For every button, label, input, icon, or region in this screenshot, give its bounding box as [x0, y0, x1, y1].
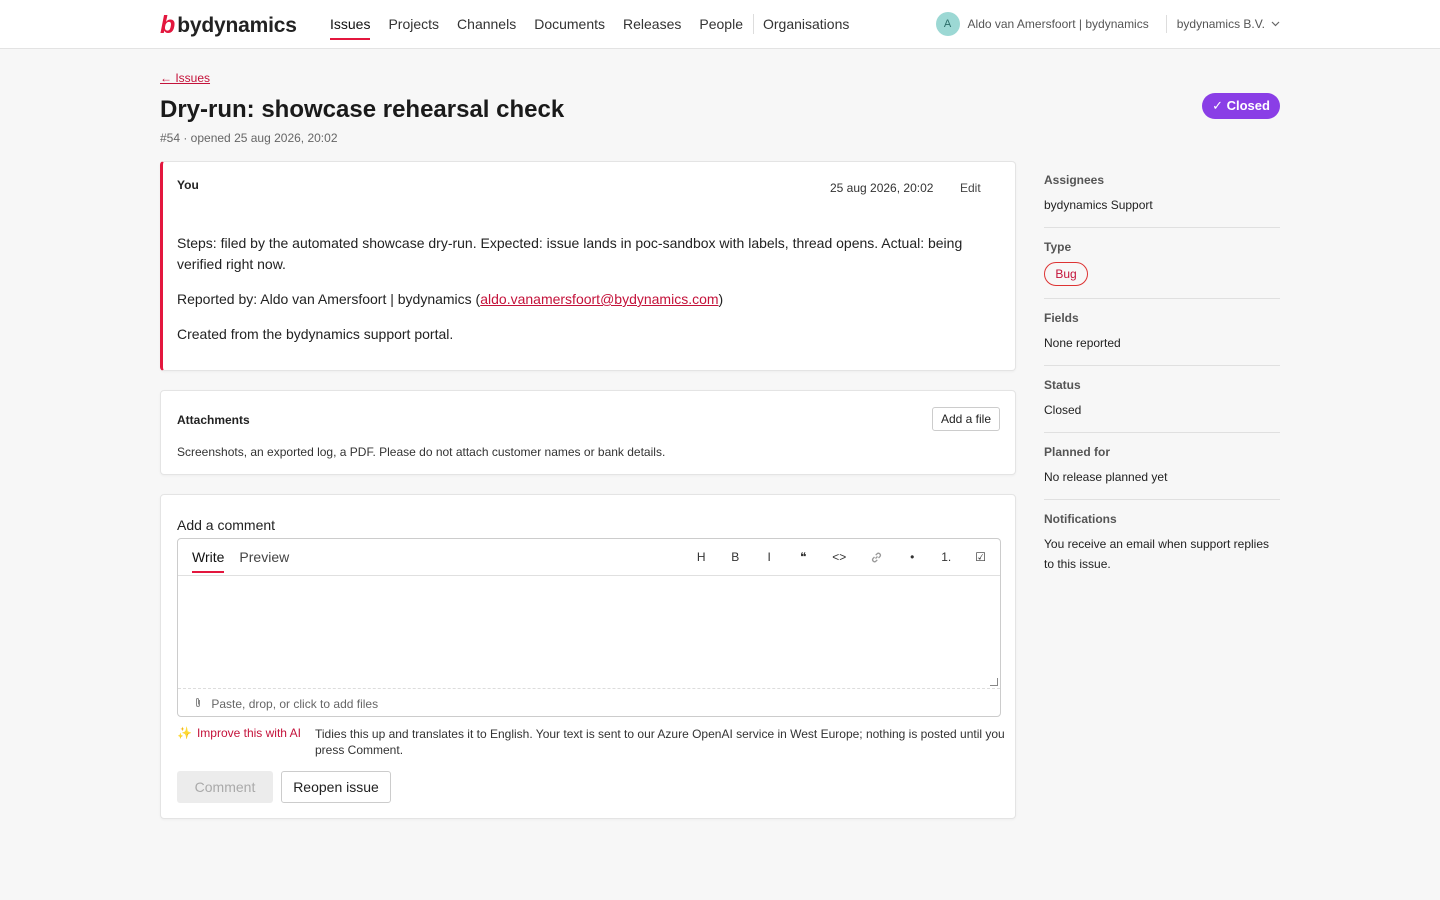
sidebar-value: Closed — [1044, 403, 1082, 417]
sidebar-type: Type Bug — [1044, 228, 1280, 299]
resize-handle-icon[interactable] — [990, 678, 998, 686]
issue-sidebar: Assignees bydynamics Support Type Bug Fi… — [1044, 161, 1280, 586]
paperclip-icon — [194, 697, 205, 711]
italic-icon[interactable]: I — [764, 550, 774, 564]
back-to-issues-link[interactable]: ← Issues — [160, 71, 210, 85]
sidebar-fields: Fields None reported — [1044, 299, 1280, 366]
sidebar-label: Notifications — [1044, 512, 1117, 526]
comment-author: You — [177, 178, 199, 192]
edit-button[interactable]: Edit — [960, 181, 981, 195]
tab-write[interactable]: Write — [192, 539, 225, 575]
link-icon[interactable] — [870, 551, 883, 564]
format-toolbar: H B I ❝ <> • 1. ☑ — [672, 539, 986, 575]
improve-with-ai-link[interactable]: ✨ Improve this with AI — [177, 726, 301, 740]
heading-icon[interactable]: H — [696, 550, 706, 564]
sidebar-label: Planned for — [1044, 445, 1111, 459]
comment-button[interactable]: Comment — [177, 771, 273, 803]
quote-icon[interactable]: ❝ — [798, 550, 808, 564]
sidebar-value: bydynamics Support — [1044, 198, 1153, 212]
org-switcher[interactable]: bydynamics B.V. — [1177, 17, 1265, 31]
attachments-card: Attachments Add a file Screenshots, an e… — [160, 390, 1016, 475]
editor-tabs: Write Preview — [192, 539, 304, 575]
nav-documents[interactable]: Documents — [534, 0, 605, 48]
reopen-issue-button[interactable]: Reopen issue — [281, 771, 391, 803]
add-comment-card: Add a comment Write Preview H B I ❝ <> •… — [160, 494, 1016, 819]
ai-link-label[interactable]: Improve this with AI — [197, 726, 301, 740]
comment-date: 25 aug 2026, 20:02 — [830, 181, 934, 195]
nav-people[interactable]: People — [699, 0, 743, 48]
body-paragraph: Reported by: Aldo van Amersfoort | bydyn… — [177, 289, 1007, 310]
sparkle-icon: ✨ — [177, 726, 192, 740]
sidebar-notifications: Notifications You receive an email when … — [1044, 500, 1280, 586]
type-badge: Bug — [1044, 262, 1088, 286]
sidebar-label: Status — [1044, 378, 1081, 392]
body-paragraph: Steps: filed by the automated showcase d… — [177, 235, 963, 272]
reported-by-suffix: ) — [718, 291, 724, 307]
user-name[interactable]: Aldo van Amersfoort | bydynamics — [968, 17, 1149, 31]
user-divider — [1165, 15, 1167, 33]
status-badge: ✓ Closed — [1202, 93, 1280, 119]
sidebar-assignees: Assignees bydynamics Support — [1044, 161, 1280, 228]
file-dropzone[interactable]: Paste, drop, or click to add files — [178, 688, 1000, 716]
attachments-note: Screenshots, an exported log, a PDF. Ple… — [177, 445, 666, 459]
add-comment-heading: Add a comment — [177, 517, 276, 533]
user-menu[interactable]: A Aldo van Amersfoort | bydynamics bydyn… — [935, 12, 1280, 36]
sidebar-value: No release planned yet — [1044, 470, 1168, 484]
numbered-list-icon[interactable]: 1. — [941, 550, 951, 564]
comment-textarea[interactable] — [178, 576, 1000, 688]
brand-logo[interactable]: b bydynamics — [160, 11, 297, 40]
bold-icon[interactable]: B — [730, 550, 740, 564]
ai-note: Tidies this up and translates it to Engl… — [315, 727, 1005, 757]
checklist-icon[interactable]: ☑ — [975, 550, 986, 564]
code-icon[interactable]: <> — [832, 550, 846, 564]
brand-mark-icon: b — [160, 11, 176, 39]
nav-divider — [752, 14, 754, 34]
avatar[interactable]: A — [935, 12, 960, 36]
sidebar-status: Status Closed — [1044, 366, 1280, 433]
sidebar-value: You receive an email when support replie… — [1044, 537, 1270, 571]
issue-description-card: You 25 aug 2026, 20:02 Edit Steps: filed… — [160, 161, 1016, 371]
sidebar-label: Type — [1044, 240, 1072, 254]
issue-meta: #54 · opened 25 aug 2026, 20:02 — [160, 131, 338, 145]
nav-organisations[interactable]: Organisations — [763, 0, 849, 48]
attachments-heading: Attachments — [177, 413, 250, 427]
nav-issues[interactable]: Issues — [330, 0, 371, 48]
comment-editor: Write Preview H B I ❝ <> • 1. ☑ Paste, d… — [177, 538, 1001, 717]
nav-channels[interactable]: Channels — [457, 0, 516, 48]
body-paragraph: Created from the bydynamics support port… — [177, 326, 454, 342]
top-navigation: b bydynamics Issues Projects Channels Do… — [0, 0, 1440, 49]
reported-by-label: Reported by: Aldo van Amersfoort | bydyn… — [177, 291, 481, 307]
tab-preview[interactable]: Preview — [239, 539, 289, 575]
sidebar-value: None reported — [1044, 336, 1121, 350]
reporter-email-link[interactable]: aldo.vanamersfoort@bydynamics.com — [480, 291, 718, 307]
sidebar-planned: Planned for No release planned yet — [1044, 433, 1280, 500]
bullet-list-icon[interactable]: • — [907, 550, 917, 564]
sidebar-label: Fields — [1044, 311, 1079, 325]
nav-releases[interactable]: Releases — [623, 0, 681, 48]
nav-projects[interactable]: Projects — [388, 0, 439, 48]
issue-body: Steps: filed by the automated showcase d… — [177, 233, 1007, 359]
brand-name: bydynamics — [177, 13, 297, 37]
add-file-button[interactable]: Add a file — [932, 407, 1000, 431]
main-nav: Issues Projects Channels Documents Relea… — [330, 0, 867, 48]
chevron-down-icon[interactable] — [1271, 19, 1280, 29]
page-title: Dry-run: showcase rehearsal check — [160, 96, 565, 123]
dropzone-text: Paste, drop, or click to add files — [211, 697, 379, 711]
sidebar-label: Assignees — [1044, 173, 1105, 187]
